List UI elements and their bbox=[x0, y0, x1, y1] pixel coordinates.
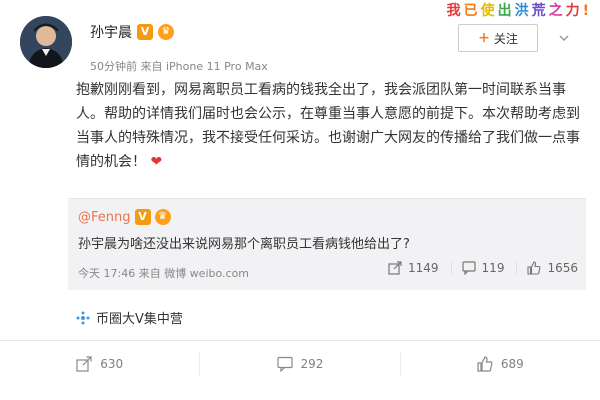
repost-meta: 今天 17:46 来自 微博 weibo.com bbox=[78, 267, 250, 280]
repost-forward-action[interactable]: 1149 bbox=[378, 261, 439, 275]
post-content: 抱歉刚刚看到，网易离职员工看病的钱我全出了，我会派团队第一时间联系当事人。帮助的… bbox=[76, 78, 588, 174]
follow-button[interactable]: + 关注 bbox=[458, 24, 538, 52]
verified-badge-icon: V bbox=[137, 24, 153, 40]
repost-forward-count: 1149 bbox=[408, 261, 439, 275]
forward-action[interactable]: 630 bbox=[0, 352, 199, 376]
repost-card[interactable]: @Fenng V ♛ 孙宇晨为啥还没出来说网易那个离职员工看病钱他给出了? 今天… bbox=[68, 198, 586, 290]
forward-icon bbox=[388, 261, 402, 275]
avatar-image bbox=[20, 16, 72, 68]
repost-actions: 1149 119 1656 bbox=[378, 261, 578, 275]
chevron-down-icon[interactable] bbox=[558, 32, 570, 44]
post-time[interactable]: 50分钟前 bbox=[90, 60, 137, 73]
forward-icon bbox=[76, 355, 92, 372]
topic-tag[interactable]: 币圈大V集中营 bbox=[76, 308, 183, 327]
repost-comment-count: 119 bbox=[481, 261, 505, 275]
verified-badge-icon: V bbox=[134, 209, 151, 225]
comment-icon bbox=[276, 356, 293, 372]
heart-emoji-icon: ❤ bbox=[150, 154, 163, 170]
repost-user-name[interactable]: @Fenng bbox=[78, 210, 131, 225]
like-action[interactable]: 689 bbox=[399, 351, 600, 376]
like-count: 689 bbox=[500, 356, 524, 371]
repost-comment-action[interactable]: 119 bbox=[450, 261, 505, 275]
comment-icon bbox=[461, 261, 476, 275]
vip-crown-icon: ♛ bbox=[158, 24, 174, 40]
avatar[interactable] bbox=[20, 16, 72, 68]
post-header: 孙宇晨 V ♛ 50分钟前 来自 iPhone 11 Pro Max + 关注 bbox=[14, 12, 586, 82]
topic-label[interactable]: 币圈大V集中营 bbox=[96, 308, 183, 327]
repost-user[interactable]: @Fenng V ♛ bbox=[78, 209, 171, 225]
post-actions-bar: 630 292 689 bbox=[0, 340, 600, 386]
post-source: 来自 iPhone 11 Pro Max bbox=[140, 60, 268, 73]
repost-like-action[interactable]: 1656 bbox=[516, 261, 578, 275]
comment-count: 292 bbox=[300, 356, 324, 371]
user-name[interactable]: 孙宇晨 V ♛ bbox=[90, 22, 174, 42]
topic-icon bbox=[76, 311, 90, 324]
thumbs-up-icon bbox=[477, 355, 493, 372]
plus-icon: + bbox=[478, 30, 490, 46]
comment-action[interactable]: 292 bbox=[199, 351, 399, 376]
post-meta: 50分钟前 来自 iPhone 11 Pro Max bbox=[90, 58, 268, 74]
repost-like-count: 1656 bbox=[547, 261, 578, 275]
repost-text: 孙宇晨为啥还没出来说网易那个离职员工看病钱他给出了? bbox=[78, 237, 410, 252]
follow-label: 关注 bbox=[493, 31, 518, 46]
forward-count: 630 bbox=[100, 356, 124, 371]
user-name-text[interactable]: 孙宇晨 bbox=[90, 22, 132, 42]
vip-crown-icon: ♛ bbox=[154, 209, 171, 225]
thumbs-up-icon bbox=[527, 261, 541, 275]
